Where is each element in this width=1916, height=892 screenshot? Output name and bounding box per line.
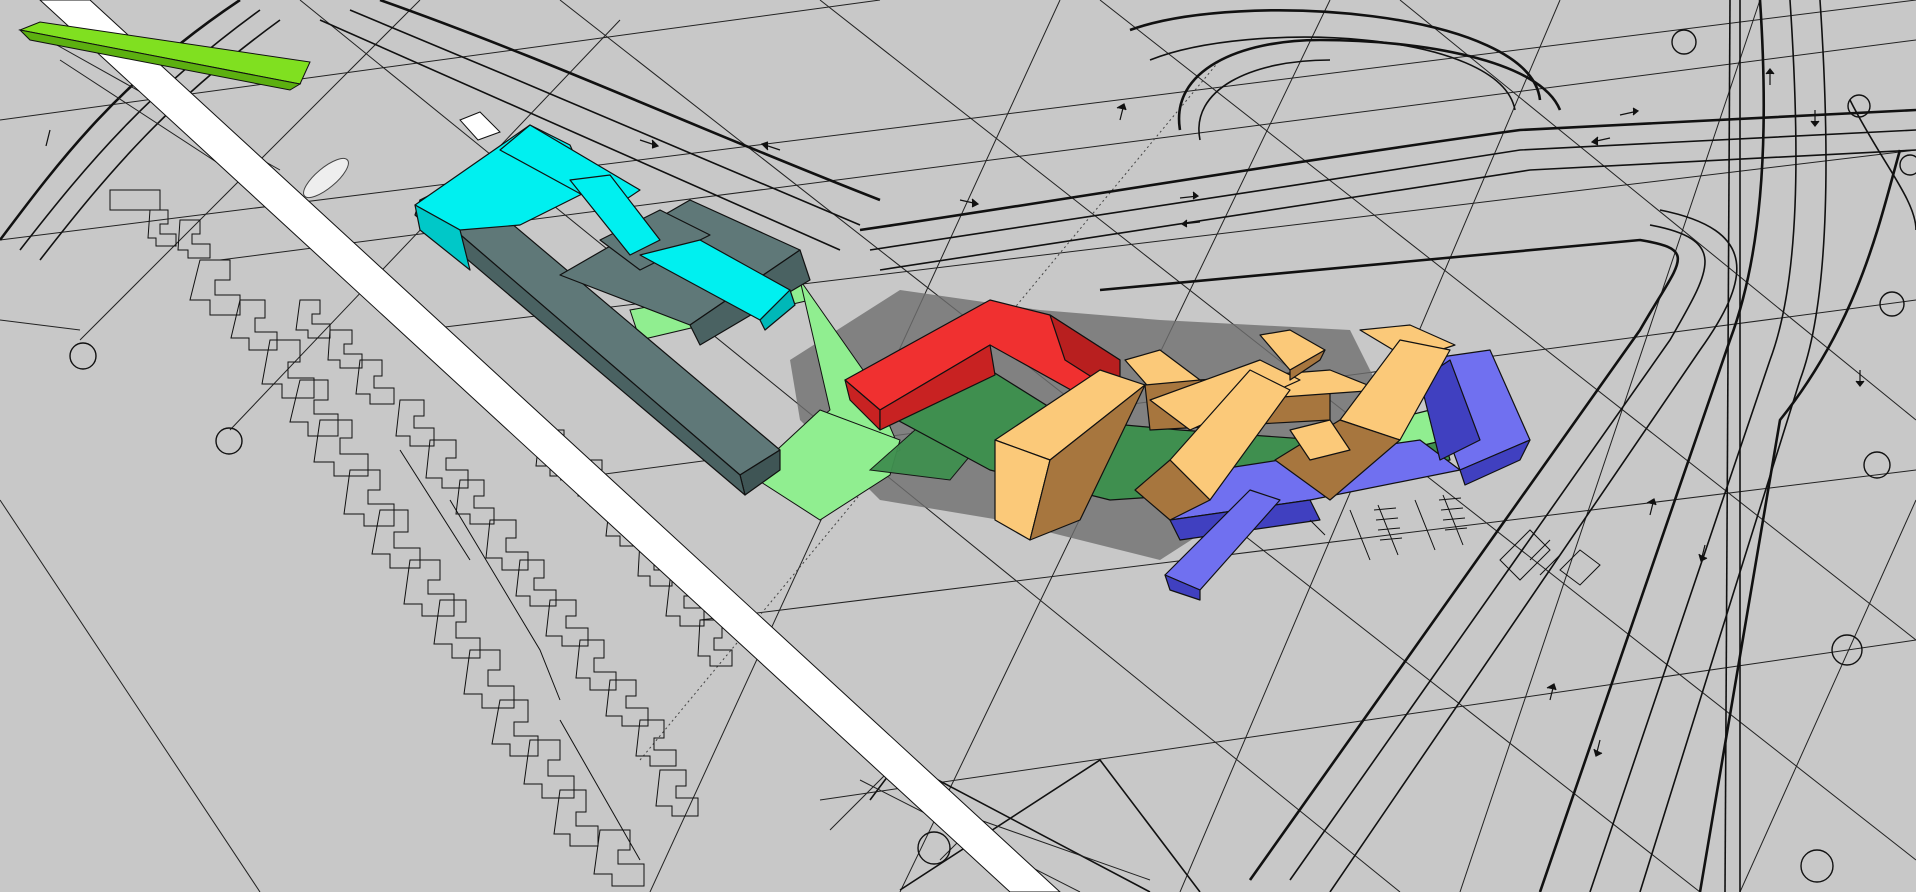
3d-model-viewport[interactable] (0, 0, 1916, 892)
